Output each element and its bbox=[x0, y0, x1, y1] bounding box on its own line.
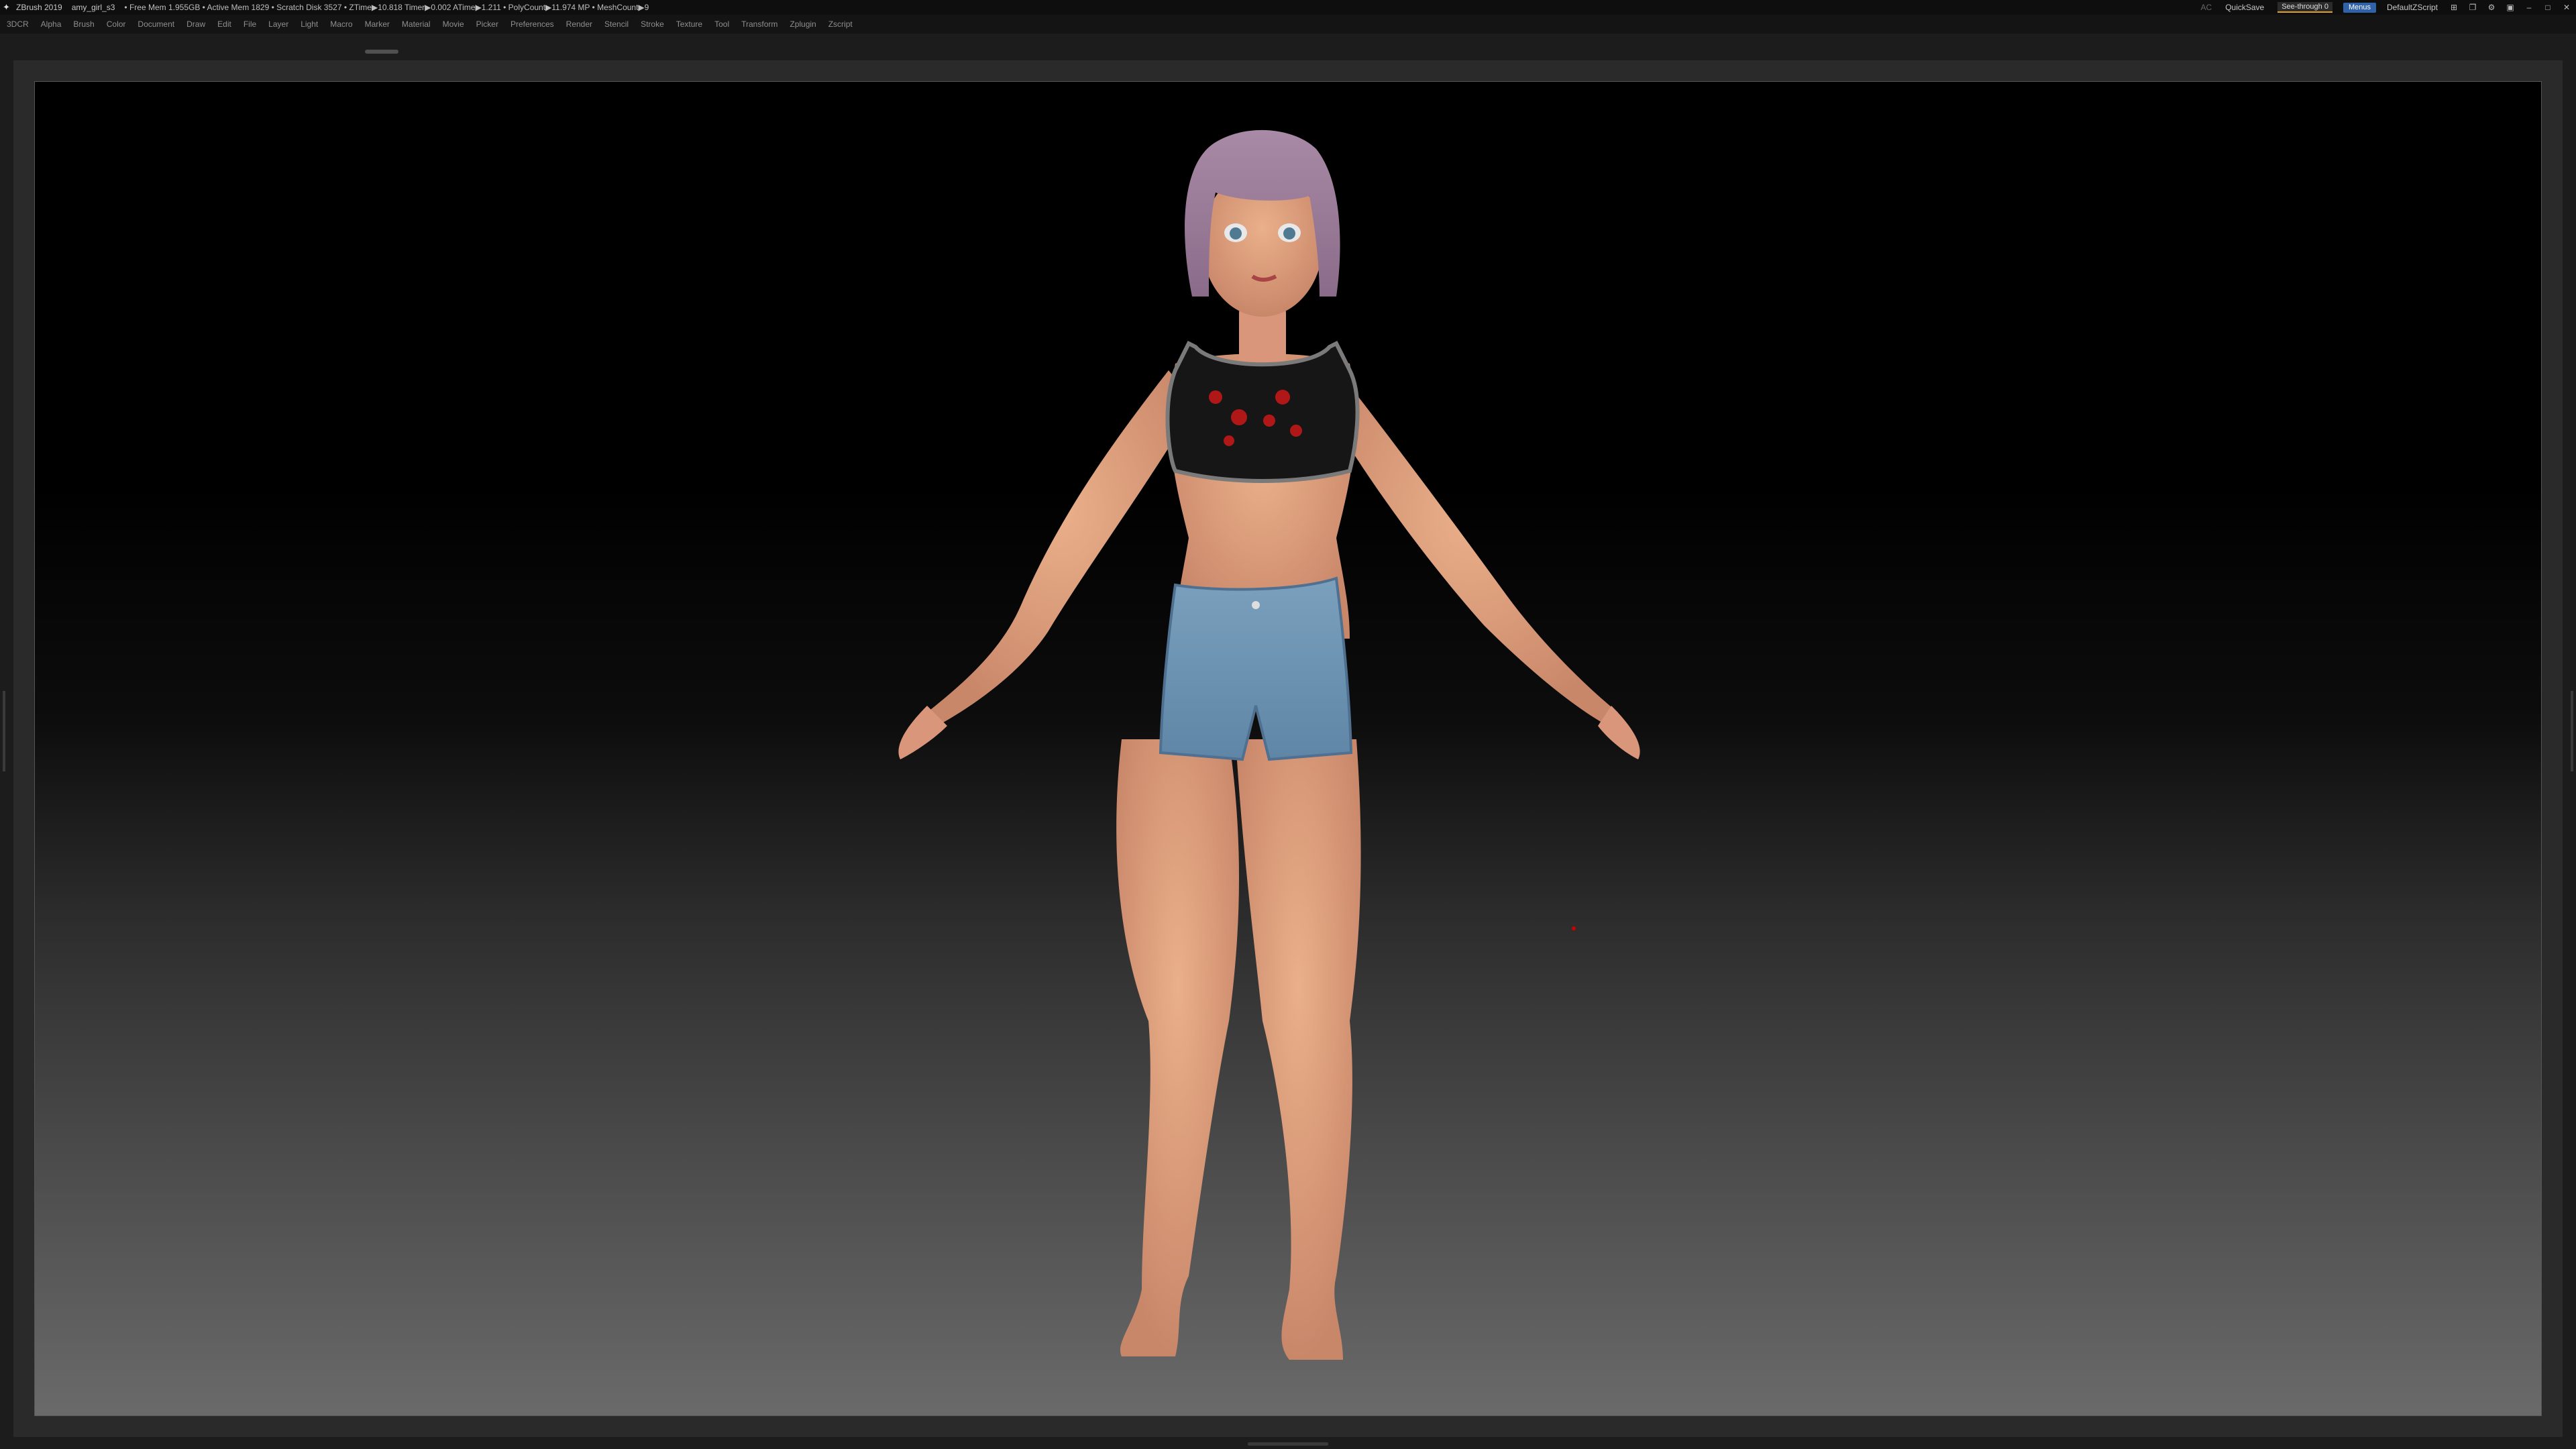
ac-button[interactable]: AC bbox=[2201, 3, 2212, 12]
maximize-icon[interactable]: □ bbox=[2541, 3, 2555, 12]
quicksave-button[interactable]: QuickSave bbox=[2225, 3, 2264, 12]
memory-stats: • Free Mem 1.955GB • Active Mem 1829 • S… bbox=[124, 3, 649, 12]
crop-top bbox=[1165, 340, 1360, 483]
settings-icon[interactable]: ⚙ bbox=[2485, 3, 2498, 12]
bottom-tray-handle[interactable] bbox=[1248, 1442, 1328, 1446]
top-shelf-handle[interactable] bbox=[365, 50, 398, 54]
close-icon[interactable]: ✕ bbox=[2560, 3, 2573, 12]
menu-color[interactable]: Color bbox=[107, 19, 126, 29]
menu-movie[interactable]: Movie bbox=[443, 19, 464, 29]
menu-texture[interactable]: Texture bbox=[676, 19, 702, 29]
title-bar: ✦ ZBrush 2019 amy_girl_s3 • Free Mem 1.9… bbox=[0, 0, 2576, 15]
window-icon[interactable]: ❐ bbox=[2466, 3, 2479, 12]
default-zscript-button[interactable]: DefaultZScript bbox=[2387, 3, 2438, 12]
menu-alpha[interactable]: Alpha bbox=[41, 19, 62, 29]
menu-edit[interactable]: Edit bbox=[217, 19, 231, 29]
menu-tool[interactable]: Tool bbox=[714, 19, 729, 29]
menu-brush[interactable]: Brush bbox=[73, 19, 94, 29]
menu-light[interactable]: Light bbox=[301, 19, 318, 29]
menu-draw[interactable]: Draw bbox=[186, 19, 205, 29]
shorts-button bbox=[1252, 601, 1260, 609]
menu-render[interactable]: Render bbox=[566, 19, 592, 29]
see-through-slider[interactable]: See-through 0 bbox=[2277, 2, 2332, 13]
menu-3dcr[interactable]: 3DCR bbox=[7, 19, 29, 29]
layout-icon[interactable]: ⊞ bbox=[2447, 3, 2461, 12]
title-bar-controls: AC QuickSave See-through 0 Menus Default… bbox=[2194, 0, 2576, 15]
menu-transform[interactable]: Transform bbox=[741, 19, 777, 29]
menu-stencil[interactable]: Stencil bbox=[604, 19, 629, 29]
lock-icon[interactable]: ▣ bbox=[2504, 3, 2517, 12]
menu-marker[interactable]: Marker bbox=[365, 19, 390, 29]
app-title: ZBrush 2019 bbox=[16, 3, 62, 12]
minimize-icon[interactable]: – bbox=[2522, 3, 2536, 12]
canvas-viewport[interactable] bbox=[34, 81, 2542, 1416]
menu-macro[interactable]: Macro bbox=[330, 19, 352, 29]
right-leg bbox=[1236, 739, 1361, 1360]
menu-document[interactable]: Document bbox=[138, 19, 174, 29]
right-arm bbox=[1323, 377, 1618, 726]
menu-preferences[interactable]: Preferences bbox=[511, 19, 554, 29]
file-name: amy_girl_s3 bbox=[71, 3, 115, 12]
character-model bbox=[898, 129, 1640, 1360]
left-arm bbox=[927, 370, 1195, 726]
menu-layer[interactable]: Layer bbox=[268, 19, 288, 29]
menus-toggle[interactable]: Menus bbox=[2343, 2, 2376, 13]
menu-zscript[interactable]: Zscript bbox=[828, 19, 853, 29]
menu-zplugin[interactable]: Zplugin bbox=[790, 19, 816, 29]
canvas-marker-dot bbox=[1572, 926, 1576, 930]
menu-file[interactable]: File bbox=[244, 19, 256, 29]
menu-picker[interactable]: Picker bbox=[476, 19, 498, 29]
menu-material[interactable]: Material bbox=[402, 19, 431, 29]
zbrush-logo-icon: ✦ bbox=[3, 2, 10, 12]
right-tray-handle[interactable] bbox=[2571, 691, 2573, 771]
left-leg bbox=[1116, 739, 1239, 1356]
menu-bar: 3DCR Alpha Brush Color Document Draw Edi… bbox=[0, 15, 2576, 34]
zbrush-window: ✦ ZBrush 2019 amy_girl_s3 • Free Mem 1.9… bbox=[0, 0, 2576, 1449]
menu-stroke[interactable]: Stroke bbox=[641, 19, 664, 29]
left-tray-handle[interactable] bbox=[3, 691, 5, 771]
